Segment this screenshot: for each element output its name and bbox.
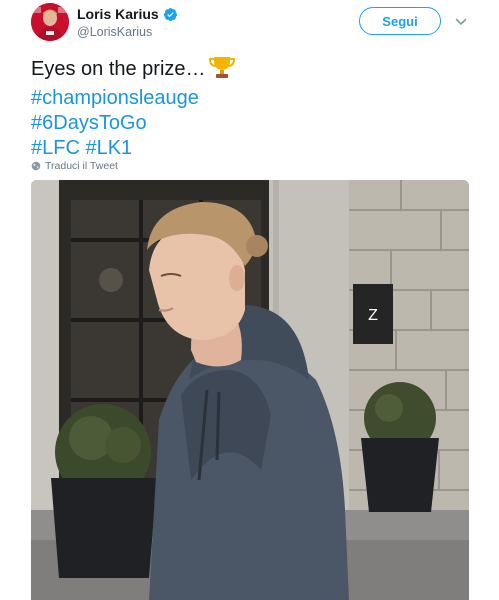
hashtag-link[interactable]: #6DaysToGo <box>31 112 147 134</box>
author-name-row[interactable]: Loris Karius <box>77 6 178 22</box>
chevron-down-icon[interactable] <box>455 15 467 27</box>
translate-tweet-link[interactable]: Traduci il Tweet <box>31 160 118 172</box>
tweet-text-line-2: #championsleauge <box>31 86 471 111</box>
tweet-text: Eyes on the prize… #championsleauge #6Da… <box>31 55 471 161</box>
tweet-photo[interactable]: Z <box>31 180 469 600</box>
follow-button[interactable]: Segui <box>359 7 441 35</box>
globe-icon <box>31 161 41 171</box>
hashtag-link[interactable]: #LFC <box>31 137 80 159</box>
verified-badge-icon <box>163 7 178 22</box>
shop-sign-letter: Z <box>368 307 378 324</box>
tweet-text-line-4: #LFC #LK1 <box>31 136 471 161</box>
tweet-caption: Eyes on the prize… <box>31 58 206 80</box>
hashtag-link[interactable]: #championsleauge <box>31 87 199 109</box>
author-name[interactable]: Loris Karius <box>77 6 159 22</box>
trophy-emoji-icon <box>208 55 235 86</box>
tweet-text-line-3: #6DaysToGo <box>31 111 471 136</box>
hashtag-link[interactable]: #LK1 <box>85 137 132 159</box>
tweet-card: Loris Karius @LorisKarius Segui Eyes on … <box>0 0 499 600</box>
translate-label: Traduci il Tweet <box>45 160 118 172</box>
avatar[interactable] <box>31 3 69 41</box>
tweet-text-line-1: Eyes on the prize… <box>31 55 471 86</box>
author-handle[interactable]: @LorisKarius <box>77 25 152 39</box>
